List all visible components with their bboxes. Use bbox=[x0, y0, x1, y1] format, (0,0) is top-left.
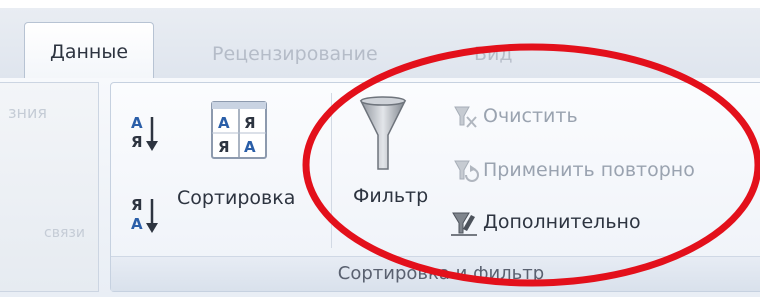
links-text-fragment: связи bbox=[44, 225, 85, 241]
svg-text:А: А bbox=[131, 114, 143, 132]
excel-ribbon-screenshot: Данные Рецензирование Вид зния связи А Я bbox=[0, 0, 760, 297]
advanced-button[interactable]: Дополнительно bbox=[483, 211, 641, 233]
sort-za-icon[interactable]: Я А bbox=[129, 193, 159, 237]
connections-group-partial: зния связи bbox=[0, 82, 99, 292]
clear-filter-icon[interactable] bbox=[451, 103, 479, 131]
filter-funnel-icon[interactable] bbox=[359, 95, 407, 175]
tab-data[interactable]: Данные bbox=[24, 22, 154, 80]
sort-button[interactable]: Сортировка bbox=[177, 187, 295, 209]
tab-review[interactable]: Рецензирование bbox=[200, 30, 390, 78]
svg-text:А: А bbox=[131, 215, 143, 233]
sort-dialog-icon[interactable]: А Я Я А bbox=[209, 99, 269, 161]
svg-text:Я: Я bbox=[244, 114, 256, 132]
sort-filter-group: А Я Я А А Я Я А Сортировка Фильтр Очисти… bbox=[110, 82, 760, 292]
advanced-filter-icon[interactable] bbox=[449, 207, 479, 237]
svg-text:А: А bbox=[244, 138, 256, 156]
reapply-filter-icon[interactable] bbox=[451, 157, 479, 187]
ribbon-tab-strip: Данные Рецензирование Вид bbox=[0, 8, 760, 80]
tab-view[interactable]: Вид bbox=[462, 30, 525, 78]
svg-text:Я: Я bbox=[218, 138, 230, 156]
ribbon-body: зния связи А Я Я А А Я Я А Сортировка Фи… bbox=[0, 78, 760, 297]
svg-text:Я: Я bbox=[131, 196, 143, 214]
clear-button[interactable]: Очистить bbox=[483, 105, 578, 127]
svg-text:Я: Я bbox=[131, 133, 143, 151]
reapply-button[interactable]: Применить повторно bbox=[483, 159, 695, 181]
svg-text:А: А bbox=[218, 114, 230, 132]
sort-az-icon[interactable]: А Я bbox=[129, 111, 159, 155]
group-separator bbox=[331, 93, 332, 248]
filter-button[interactable]: Фильтр bbox=[353, 185, 428, 207]
group-label: Сортировка и фильтр bbox=[111, 256, 760, 291]
connections-text-fragment: зния bbox=[8, 103, 47, 122]
